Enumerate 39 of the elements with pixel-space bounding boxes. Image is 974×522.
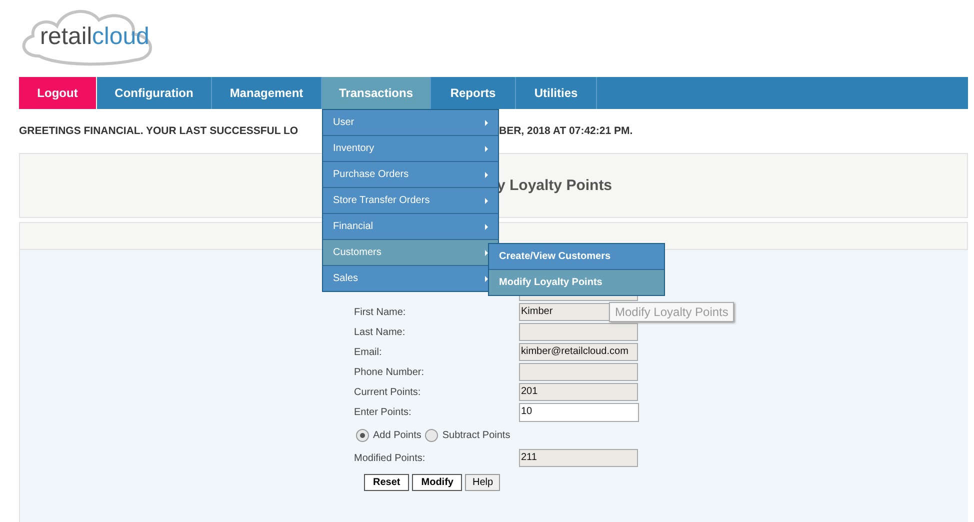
field-label: Current Points: xyxy=(354,386,422,398)
input-field[interactable]: 10 xyxy=(519,402,639,422)
radio-button[interactable] xyxy=(425,428,438,442)
radio-button[interactable] xyxy=(356,428,369,442)
field-label: First Name: xyxy=(354,306,407,318)
field-label: Phone Number: xyxy=(354,366,426,378)
field-label: Last Name: xyxy=(354,326,406,338)
logout-button[interactable]: Logout xyxy=(19,77,97,109)
menu-item[interactable]: User xyxy=(323,110,498,136)
radio-label: Add Points xyxy=(373,430,422,440)
arrow-icon xyxy=(485,146,488,152)
nav-tab[interactable]: Configuration xyxy=(97,77,212,109)
arrow-icon xyxy=(485,224,488,230)
field-label: Modified Points: xyxy=(354,452,426,464)
form-button[interactable]: Modify xyxy=(412,474,462,491)
menu-item[interactable]: Modify Loyalty Points xyxy=(489,270,664,295)
form-button[interactable]: Help xyxy=(465,474,500,491)
input-field[interactable] xyxy=(519,323,638,341)
menu-item[interactable]: Inventory xyxy=(323,136,498,162)
input-field[interactable]: kimber@retailcloud.com xyxy=(519,343,638,361)
field-label: Email: xyxy=(354,346,383,358)
field-label: Enter Points: xyxy=(354,406,412,418)
radio-label: Subtract Points xyxy=(442,430,510,440)
input-field[interactable]: 201 xyxy=(519,383,638,401)
menu-item[interactable]: Store Transfer Orders xyxy=(323,188,498,214)
arrow-icon xyxy=(485,198,488,204)
arrow-icon xyxy=(485,120,488,126)
menu-item[interactable]: Purchase Orders xyxy=(323,162,498,188)
input-field[interactable]: 211 xyxy=(519,449,638,467)
menu-item[interactable]: Customers xyxy=(323,240,498,266)
greeting-text: GREETINGS FINANCIAL. YOUR LAST SUCCESSFUL LO xyxy=(19,125,300,137)
greeting-text: BER, 2018 AT 07:42:21 PM. xyxy=(499,125,633,137)
input-field[interactable] xyxy=(519,363,638,381)
nav-tab[interactable]: Transactions xyxy=(322,77,431,109)
logo-text: retailcloud xyxy=(40,23,150,51)
arrow-icon xyxy=(485,172,488,178)
tooltip: Modify Loyalty Points xyxy=(609,302,734,322)
nav-tab[interactable]: Utilities xyxy=(516,77,597,109)
form-button[interactable]: Reset xyxy=(364,474,410,491)
